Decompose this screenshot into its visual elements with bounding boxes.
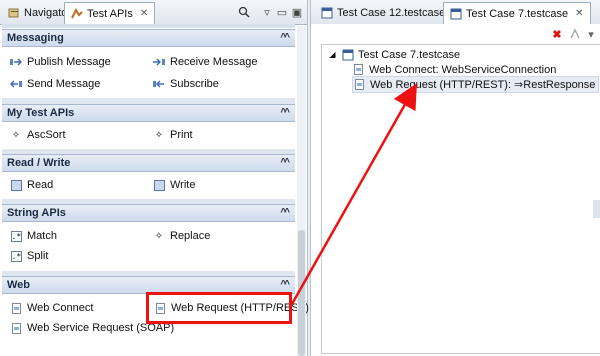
annotation-arrow [290,83,417,305]
